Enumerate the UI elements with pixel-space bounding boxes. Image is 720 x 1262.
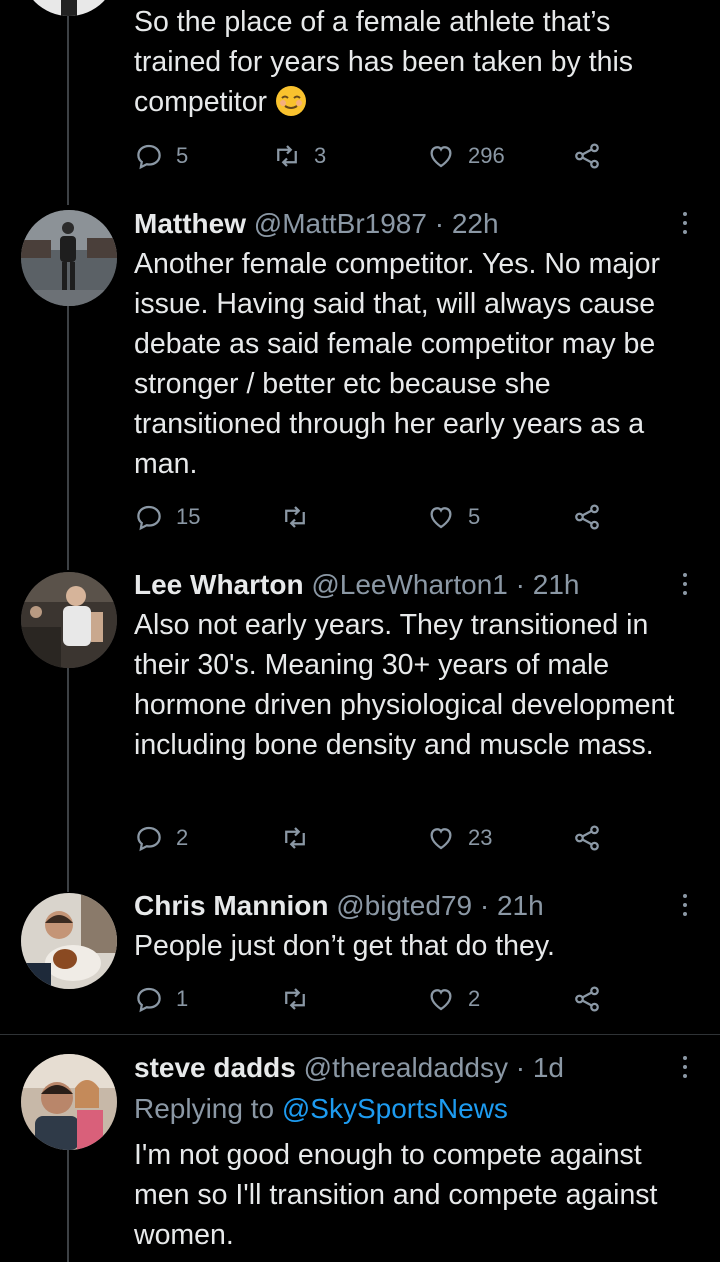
more-options-button[interactable] bbox=[674, 1053, 696, 1083]
tweet-header: Lee Wharton @LeeWharton1 · 21h bbox=[134, 568, 580, 602]
share-icon bbox=[575, 143, 599, 169]
retweet-button[interactable] bbox=[280, 500, 310, 534]
more-options-button[interactable] bbox=[674, 209, 696, 239]
thread-line bbox=[67, 305, 69, 570]
share-icon bbox=[575, 825, 599, 851]
like-button[interactable]: 2 bbox=[426, 982, 480, 1016]
like-count: 23 bbox=[468, 825, 493, 850]
retweet-icon bbox=[277, 145, 297, 167]
author-handle[interactable]: @therealdaddsy bbox=[304, 1052, 508, 1083]
tweet-header: steve dadds @therealdaddsy · 1d bbox=[134, 1051, 564, 1085]
like-count: 296 bbox=[468, 143, 505, 168]
author-name[interactable]: Lee Wharton bbox=[134, 569, 304, 600]
share-button[interactable] bbox=[572, 500, 602, 534]
author-name[interactable]: Matthew bbox=[134, 208, 246, 239]
reply-button[interactable]: 15 bbox=[134, 500, 200, 534]
more-options-button[interactable] bbox=[674, 570, 696, 600]
replying-to-label: Replying to bbox=[134, 1093, 275, 1124]
author-name[interactable]: steve dadds bbox=[134, 1052, 296, 1083]
like-count: 5 bbox=[468, 504, 481, 529]
thread-line bbox=[67, 666, 69, 892]
tweet-header: Matthew @MattBr1987 · 22h bbox=[134, 207, 499, 241]
share-icon bbox=[575, 986, 599, 1012]
heart-icon bbox=[430, 146, 452, 168]
share-button[interactable] bbox=[572, 139, 602, 173]
tweet-text-content: So the place of a female athlete that’s … bbox=[134, 6, 634, 118]
tweet-time[interactable]: · 22h bbox=[435, 208, 499, 239]
retweet-button[interactable]: 3 bbox=[272, 139, 326, 173]
reply-count: 5 bbox=[176, 143, 189, 168]
tweet-text: I'm not good enough to compete against m… bbox=[134, 1139, 658, 1251]
heart-icon bbox=[430, 989, 452, 1011]
thread-line bbox=[67, 1150, 69, 1262]
tweet-text: People just don’t get that do they. bbox=[134, 930, 555, 962]
replying-to: Replying to @SkySportsNews bbox=[134, 1092, 508, 1126]
tweet-time[interactable]: · 1d bbox=[516, 1052, 564, 1083]
reply-button[interactable]: 5 bbox=[134, 139, 188, 173]
heart-icon bbox=[430, 828, 452, 850]
share-icon bbox=[575, 504, 599, 530]
tweet-text: So the place of a female athlete that’s … bbox=[134, 2, 704, 122]
retweet-button[interactable] bbox=[280, 982, 310, 1016]
like-button[interactable]: 23 bbox=[426, 821, 492, 855]
reply-icon bbox=[137, 505, 161, 531]
thread-line bbox=[67, 0, 69, 205]
reply-icon bbox=[137, 987, 161, 1013]
tweet-time[interactable]: · 21h bbox=[516, 569, 580, 600]
author-handle[interactable]: @MattBr1987 bbox=[254, 208, 427, 239]
retweet-icon bbox=[285, 506, 305, 528]
reply-count: 1 bbox=[176, 986, 189, 1011]
relieved-face-icon bbox=[275, 86, 306, 116]
avatar[interactable] bbox=[21, 572, 117, 668]
like-count: 2 bbox=[468, 986, 481, 1011]
retweet-icon bbox=[285, 827, 305, 849]
tweet-header: Chris Mannion @bigted79 · 21h bbox=[134, 889, 544, 923]
reply-icon bbox=[137, 144, 161, 170]
tweet-time[interactable]: · 21h bbox=[480, 890, 544, 921]
reply-count: 15 bbox=[176, 504, 201, 529]
avatar[interactable] bbox=[21, 893, 117, 989]
avatar[interactable] bbox=[21, 0, 117, 16]
share-button[interactable] bbox=[572, 982, 602, 1016]
more-options-button[interactable] bbox=[674, 891, 696, 921]
retweet-icon bbox=[285, 988, 305, 1010]
reply-button[interactable]: 1 bbox=[134, 982, 188, 1016]
like-button[interactable]: 5 bbox=[426, 500, 480, 534]
reply-button[interactable]: 2 bbox=[134, 821, 188, 855]
thread-divider bbox=[0, 1034, 720, 1035]
reply-icon bbox=[137, 826, 161, 852]
author-handle[interactable]: @bigted79 bbox=[336, 890, 472, 921]
like-button[interactable]: 296 bbox=[426, 139, 505, 173]
retweet-button[interactable] bbox=[280, 821, 310, 855]
replying-to-mention[interactable]: @SkySportsNews bbox=[282, 1093, 508, 1124]
retweet-count: 3 bbox=[314, 143, 327, 168]
author-name[interactable]: Chris Mannion bbox=[134, 890, 328, 921]
share-button[interactable] bbox=[572, 821, 602, 855]
avatar[interactable] bbox=[21, 1054, 117, 1150]
reply-count: 2 bbox=[176, 825, 189, 850]
avatar[interactable] bbox=[21, 210, 117, 306]
heart-icon bbox=[430, 507, 452, 529]
tweet-text: Also not early years. They transitioned … bbox=[134, 609, 675, 761]
tweet-text: Another female competitor. Yes. No major… bbox=[134, 248, 660, 480]
author-handle[interactable]: @LeeWharton1 bbox=[311, 569, 508, 600]
